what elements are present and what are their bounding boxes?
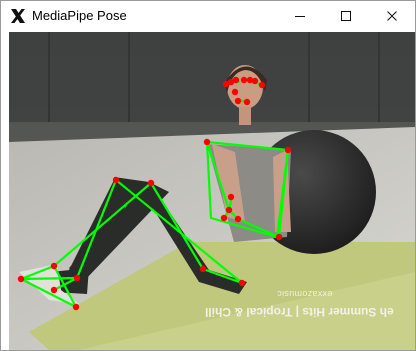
opencv-x-icon [11,9,25,23]
video-frame: exxazomusic eh Summer Hits | Tropical & … [9,32,415,350]
neck [239,107,251,125]
close-button[interactable] [369,1,415,31]
pose-scene [9,32,415,350]
minimize-icon [295,16,305,17]
window-panes [9,32,415,122]
close-icon [387,11,397,21]
maximize-icon [341,11,351,21]
maximize-button[interactable] [323,1,369,31]
window-title: MediaPipe Pose [32,8,127,23]
app-window: MediaPipe Pose exxazomusic eh Summer Hit… [0,0,416,351]
watermark-channel: exxazomusic [277,289,333,299]
title-bar[interactable]: MediaPipe Pose [1,1,415,31]
watermark-title: eh Summer Hits | Tropical & Chill [205,305,394,319]
minimize-button[interactable] [277,1,323,31]
